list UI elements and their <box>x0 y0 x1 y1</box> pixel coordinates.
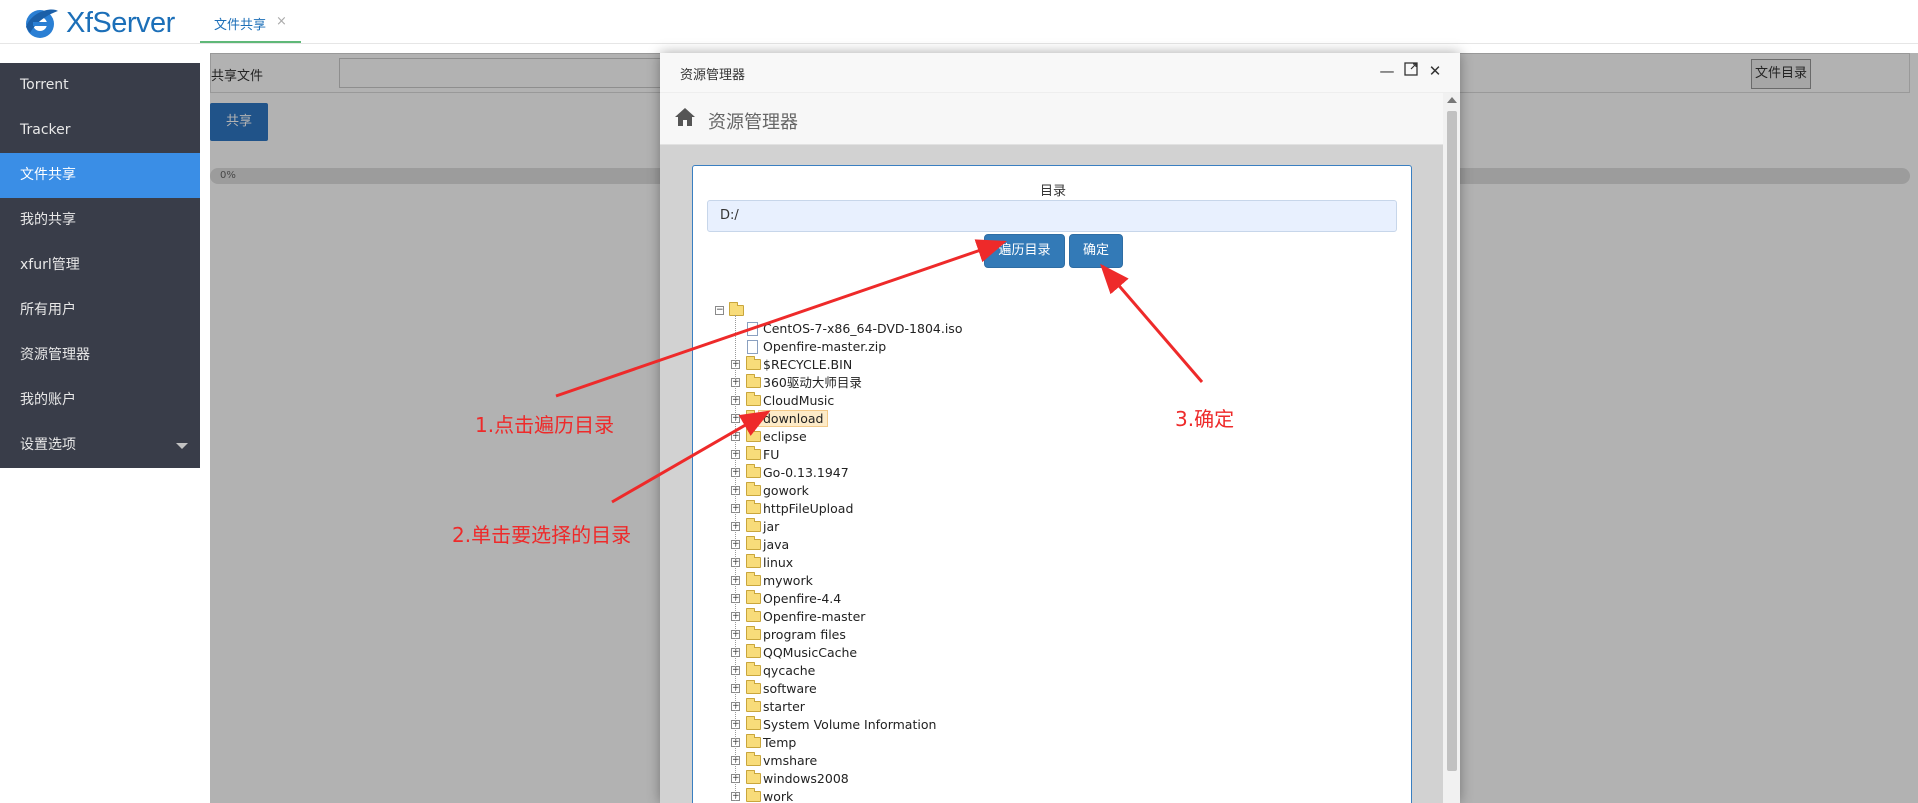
arrow-step3 <box>1100 263 1204 383</box>
annotation-step2: 2.单击要选择的目录 <box>452 523 632 547</box>
annotation-step3: 3.确定 <box>1175 407 1235 431</box>
arrow-step2 <box>611 410 771 504</box>
annotation-step1: 1.点击遍历目录 <box>475 413 615 437</box>
arrow-step1 <box>555 239 1007 398</box>
annotation-arrows <box>555 239 1204 504</box>
